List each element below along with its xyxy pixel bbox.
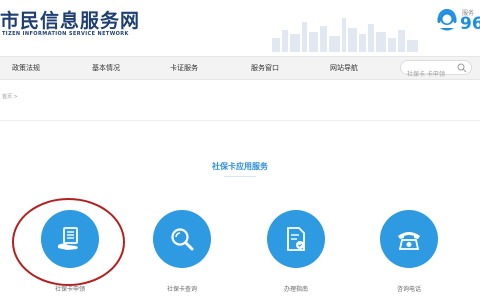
city-skyline-graphic: [272, 18, 418, 52]
customer-service-icon: [437, 9, 457, 31]
search-input[interactable]: [401, 68, 459, 81]
service-icon-circle: [153, 210, 211, 268]
section-title-underline: [224, 176, 256, 177]
service-icon-circle: [267, 210, 325, 268]
search-box: [400, 60, 472, 81]
main-nav: 政策法规 基本情况 卡证服务 服务窗口 网站导航: [0, 56, 480, 81]
search-icon[interactable]: [457, 63, 467, 73]
service-icon-circle: [380, 210, 438, 268]
magnifier-icon: [171, 228, 194, 251]
guide-document-icon: [287, 227, 305, 251]
document-in-hand-icon: [58, 227, 78, 250]
service-label: 社保卡申领: [54, 286, 85, 293]
breadcrumb[interactable]: 首页 >: [2, 93, 18, 100]
nav-item-service-window[interactable]: 服务窗口: [251, 57, 279, 79]
service-icon-circle: [41, 210, 99, 268]
service-label: 社保卡查询: [166, 286, 197, 293]
divider: [0, 120, 480, 121]
nav-item-site-navigation[interactable]: 网站导航: [330, 57, 358, 79]
section-title: 社保卡应用服务: [212, 162, 268, 171]
nav-item-basic-info[interactable]: 基本情况: [92, 57, 120, 79]
hotline-number: 96: [460, 14, 480, 34]
site-header: 市民信息服务网 TIZEN INFORMATION SERVICE NETWOR…: [0, 0, 480, 52]
site-title: 市民信息服务网: [0, 10, 141, 32]
nav-item-card-services[interactable]: 卡证服务: [170, 57, 198, 79]
telephone-icon: [398, 232, 420, 250]
nav-item-policy[interactable]: 政策法规: [12, 57, 40, 79]
service-label: 办理指南: [283, 286, 308, 293]
site-subtitle: TIZEN INFORMATION SERVICE NETWORK: [2, 31, 129, 37]
service-label: 咨询电话: [396, 286, 421, 293]
